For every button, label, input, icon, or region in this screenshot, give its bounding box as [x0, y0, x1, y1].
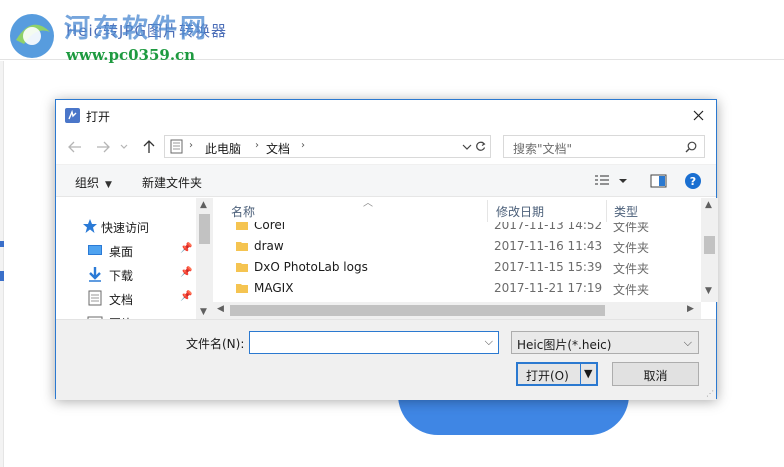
- table-row[interactable]: Corel 2017-11-13 14:52 文件夹: [213, 222, 701, 236]
- app-icon: [65, 108, 80, 123]
- breadcrumb-separator-icon: ›: [301, 140, 305, 151]
- search-box[interactable]: 搜索"文档": [503, 135, 705, 158]
- back-arrow-icon: [68, 141, 81, 153]
- up-button[interactable]: [140, 138, 158, 156]
- breadcrumb-separator-icon: ›: [189, 140, 193, 151]
- filetype-select[interactable]: Heic图片(*.heic) ⌵: [511, 331, 699, 354]
- pin-icon[interactable]: 📌: [180, 267, 192, 278]
- preview-pane-icon[interactable]: [650, 174, 667, 188]
- sidebar-item-desktop[interactable]: 桌面 📌: [56, 239, 196, 261]
- resize-grip-icon[interactable]: ⋰: [706, 389, 714, 398]
- sidebar-item-pictures[interactable]: 图片: [56, 311, 196, 319]
- sidebar-item-downloads[interactable]: 下载 📌: [56, 263, 196, 285]
- search-icon: [685, 141, 697, 153]
- this-pc-icon: [170, 139, 183, 154]
- navigation-bar: › 此电脑 › 文档 › 搜索"文档": [56, 130, 716, 164]
- star-icon: [83, 219, 97, 233]
- file-list-horizontal-scrollbar[interactable]: ◀ ▶: [213, 302, 701, 319]
- dialog-title: 打开: [86, 110, 111, 124]
- scroll-left-icon[interactable]: ◀: [217, 304, 224, 314]
- watermark-name: 河东软件网: [64, 14, 210, 44]
- refresh-icon: [475, 141, 485, 151]
- breadcrumb-this-pc[interactable]: 此电脑: [205, 140, 241, 157]
- scroll-down-icon[interactable]: ▼: [705, 286, 712, 296]
- scrollbar-thumb[interactable]: [230, 305, 605, 316]
- table-row[interactable]: draw 2017-11-16 11:43 文件夹: [213, 236, 701, 257]
- folder-icon: [236, 222, 248, 230]
- table-row[interactable]: MAGIX 2017-11-21 17:19 文件夹: [213, 278, 701, 299]
- pin-icon[interactable]: 📌: [180, 291, 192, 302]
- view-options-icon[interactable]: [594, 175, 630, 187]
- help-icon[interactable]: ?: [685, 173, 701, 189]
- app-header: Heic转JPG图片转换器 河东软件网 www.pc0359.cn: [0, 0, 784, 64]
- organize-menu[interactable]: 组织 ▼: [75, 174, 112, 191]
- refresh-button[interactable]: [470, 135, 491, 158]
- chevron-down-icon[interactable]: ⌵: [485, 335, 493, 349]
- file-rows: Corel 2017-11-13 14:52 文件夹 draw 2017-11-…: [213, 222, 701, 302]
- folder-icon: [236, 263, 248, 272]
- scroll-up-icon[interactable]: ▲: [200, 200, 207, 210]
- cancel-button[interactable]: 取消: [612, 362, 699, 386]
- open-button[interactable]: 打开(O) ▼: [516, 362, 598, 386]
- scroll-right-icon[interactable]: ▶: [687, 304, 694, 314]
- column-header-type[interactable]: 类型: [606, 198, 701, 222]
- pin-icon[interactable]: 📌: [180, 243, 192, 254]
- filename-field[interactable]: ⌵: [249, 331, 499, 354]
- chevron-down-icon: ▼: [105, 180, 112, 190]
- desktop-icon: [88, 245, 102, 255]
- folder-icon: [236, 284, 248, 293]
- search-input[interactable]: 搜索"文档": [513, 140, 572, 157]
- back-button[interactable]: [66, 138, 84, 156]
- column-header-name[interactable]: ︿ 名称: [223, 198, 488, 222]
- file-list: ︿ 名称 修改日期 类型 Corel 2017-11-13 14:52 文件夹 …: [213, 198, 718, 319]
- watermark-logo-icon: [10, 14, 54, 58]
- breadcrumb-documents[interactable]: 文档: [266, 140, 290, 157]
- forward-arrow-icon: [97, 141, 110, 153]
- close-icon: [693, 110, 703, 120]
- app-left-strip: [0, 61, 4, 467]
- scrollbar-thumb[interactable]: [199, 214, 210, 244]
- download-icon: [89, 267, 101, 282]
- chevron-down-icon: ⌵: [683, 336, 692, 349]
- table-row[interactable]: DxO PhotoLab logs 2017-11-15 15:39 文件夹: [213, 257, 701, 278]
- scroll-up-icon[interactable]: ▲: [705, 200, 712, 210]
- dialog-footer: 文件名(N): ⌵ Heic图片(*.heic) ⌵ 打开(O) ▼ 取消 ⋰: [56, 319, 716, 400]
- navigation-pane: 快速访问 桌面 📌 下载 📌 文档 📌 图片 ▲ ▼: [56, 198, 213, 319]
- chevron-down-icon: [120, 144, 128, 149]
- sidebar-item-quick-access[interactable]: 快速访问: [56, 215, 196, 237]
- forward-button[interactable]: [94, 138, 112, 156]
- sidebar-scrollbar[interactable]: ▲ ▼: [196, 198, 213, 319]
- filename-label: 文件名(N):: [186, 337, 245, 351]
- open-file-dialog: 打开 › 此电脑 › 文档 › 搜索"文档" 组织 ▼ 新建文件夹 ? 快速访问…: [55, 99, 718, 400]
- sidebar-item-documents[interactable]: 文档 📌: [56, 287, 196, 309]
- sort-ascending-icon: ︿: [363, 198, 373, 209]
- document-icon: [88, 290, 102, 306]
- dropdown-arrow-icon[interactable]: ▼: [584, 367, 592, 380]
- up-arrow-icon: [143, 140, 155, 153]
- address-bar[interactable]: › 此电脑 › 文档 ›: [164, 135, 491, 158]
- scroll-down-icon[interactable]: ▼: [200, 307, 207, 317]
- breadcrumb-separator-icon: ›: [255, 140, 259, 151]
- command-toolbar: 组织 ▼ 新建文件夹 ?: [56, 164, 716, 197]
- column-header-date[interactable]: 修改日期: [488, 198, 606, 222]
- new-folder-button[interactable]: 新建文件夹: [142, 174, 202, 191]
- file-list-vertical-scrollbar[interactable]: ▲ ▼: [701, 198, 718, 302]
- close-button[interactable]: [680, 100, 716, 130]
- folder-icon: [236, 242, 248, 251]
- filename-input[interactable]: [253, 334, 478, 351]
- recent-locations-button[interactable]: [118, 138, 130, 156]
- scrollbar-thumb[interactable]: [704, 236, 715, 254]
- watermark-url: www.pc0359.cn: [66, 46, 196, 64]
- dialog-titlebar[interactable]: 打开: [56, 100, 716, 130]
